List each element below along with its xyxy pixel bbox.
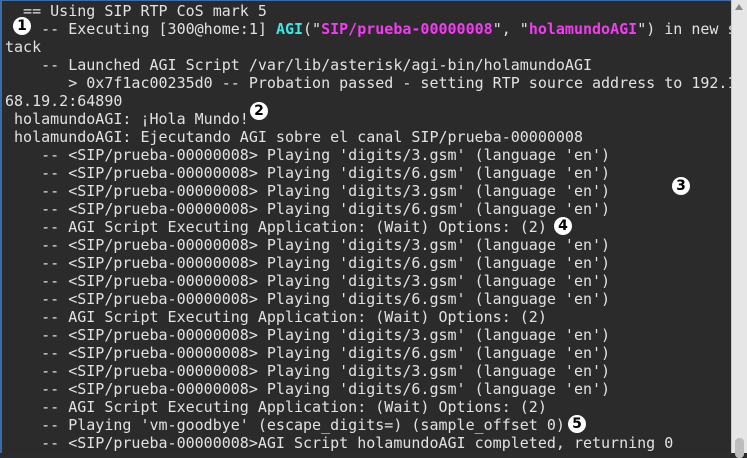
terminal-text-segment: -- AGI Script Executing Application: (Wa… [5,398,547,416]
terminal-line: -- <SIP/prueba-00000008> Playing 'digits… [5,146,610,164]
terminal-line: -- <SIP/prueba-00000008> Playing 'digits… [5,344,610,362]
terminal-text-segment: holamundoAGI [528,20,638,38]
terminal-text-segment: -- <SIP/prueba-00000008> Playing 'digits… [5,326,611,344]
terminal-text-segment: -- <SIP/prueba-00000008> Playing 'digits… [5,200,611,218]
vertical-scrollbar[interactable] [731,0,747,458]
terminal-text-segment: holamundoAGI: ¡Hola Mundo! [5,110,249,128]
terminal-text-segment: -- <SIP/prueba-00000008> Playing 'digits… [5,272,611,290]
annotation-badge-4: 4 [554,217,572,235]
terminal-line: -- <SIP/prueba-00000008> Playing 'digits… [5,164,610,182]
terminal-text-segment: ", " [492,20,529,38]
terminal-text-segment: == Using SIP RTP CoS mark 5 [5,2,267,20]
terminal-line: -- AGI Script Executing Application: (Wa… [5,218,547,236]
terminal-text-segment: -- <SIP/prueba-00000008> Playing 'digits… [5,362,611,380]
terminal-text-segment: ") in new s [637,20,731,38]
terminal-line: -- Launched AGI Script /var/lib/asterisk… [5,56,592,74]
terminal-text-segment: AGI [275,20,304,38]
terminal-line: -- Playing 'vm-goodbye' (escape_digits=)… [5,416,565,434]
terminal-line: tack [5,38,41,56]
terminal-line: -- <SIP/prueba-00000008>AGI Script holam… [5,434,673,452]
terminal-text-segment: 68.19.2:64890 [5,92,123,110]
terminal-line: 68.19.2:64890 [5,92,122,110]
terminal-text-segment: -- <SIP/prueba-00000008> Playing 'digits… [5,344,611,362]
terminal-line: -- <SIP/prueba-00000008> Playing 'digits… [5,236,610,254]
terminal-line: -- Executing [300@home:1] AGI("SIP/prueb… [5,20,731,38]
terminal-line: -- <SIP/prueba-00000008> Playing 'digits… [5,254,610,272]
terminal-text-segment: tack [5,38,42,56]
annotation-badge-3: 3 [672,177,690,195]
terminal-text-segment: -- AGI Script Executing Application: (Wa… [5,308,547,326]
scroll-up-arrow-icon[interactable] [735,4,743,10]
terminal-line: > 0x7f1ac00235d0 -- Probation passed - s… [5,74,731,92]
terminal-text-segment: -- <SIP/prueba-00000008> Playing 'digits… [5,164,611,182]
terminal-line: holamundoAGI: ¡Hola Mundo! [5,110,249,128]
terminal-output: == Using SIP RTP CoS mark 5 -- Executing… [0,0,731,453]
terminal-line: == Using SIP RTP CoS mark 5 [5,2,267,20]
terminal-line: -- <SIP/prueba-00000008> Playing 'digits… [5,362,610,380]
terminal-line: -- <SIP/prueba-00000008> Playing 'digits… [5,380,610,398]
terminal-text-segment: > 0x7f1ac00235d0 -- Probation passed - s… [5,74,731,92]
terminal-text-segment: -- Executing [300@home:1] [5,20,276,38]
terminal-line: -- <SIP/prueba-00000008> Playing 'digits… [5,182,610,200]
terminal-text-segment: -- Launched AGI Script /var/lib/asterisk… [5,56,592,74]
terminal-line: -- <SIP/prueba-00000008> Playing 'digits… [5,290,610,308]
scrollbar-thumb[interactable] [735,438,744,458]
terminal-text-segment: -- AGI Script Executing Application: (Wa… [5,218,547,236]
terminal-line: -- AGI Script Executing Application: (Wa… [5,308,547,326]
terminal-text-segment: -- Playing 'vm-goodbye' (escape_digits=)… [5,416,565,434]
terminal-text-segment: -- <SIP/prueba-00000008> Playing 'digits… [5,146,611,164]
terminal-text-segment: -- <SIP/prueba-00000008> Playing 'digits… [5,236,611,254]
terminal-line: holamundoAGI: Ejecutando AGI sobre el ca… [5,128,583,146]
terminal-text-segment: -- <SIP/prueba-00000008> Playing 'digits… [5,182,611,200]
terminal-line: -- <SIP/prueba-00000008> Playing 'digits… [5,200,610,218]
terminal-text-segment: holamundoAGI: Ejecutando AGI sobre el ca… [5,128,583,146]
terminal-text-segment: -- <SIP/prueba-00000008> Playing 'digits… [5,290,611,308]
terminal-line: -- <SIP/prueba-00000008> Playing 'digits… [5,326,610,344]
terminal-text-segment: -- <SIP/prueba-00000008> Playing 'digits… [5,380,611,398]
terminal-line: -- <SIP/prueba-00000008> Playing 'digits… [5,272,610,290]
annotation-badge-2: 2 [250,102,268,120]
terminal-text-segment: (" [303,20,322,38]
terminal-text-segment: SIP/prueba-00000008 [321,20,493,38]
terminal-text-segment: -- <SIP/prueba-00000008> Playing 'digits… [5,254,611,272]
annotation-badge-5: 5 [568,415,586,433]
annotation-badge-1: 1 [13,17,31,35]
terminal-line: -- AGI Script Executing Application: (Wa… [5,398,547,416]
terminal-text-segment: -- <SIP/prueba-00000008>AGI Script holam… [5,434,674,452]
